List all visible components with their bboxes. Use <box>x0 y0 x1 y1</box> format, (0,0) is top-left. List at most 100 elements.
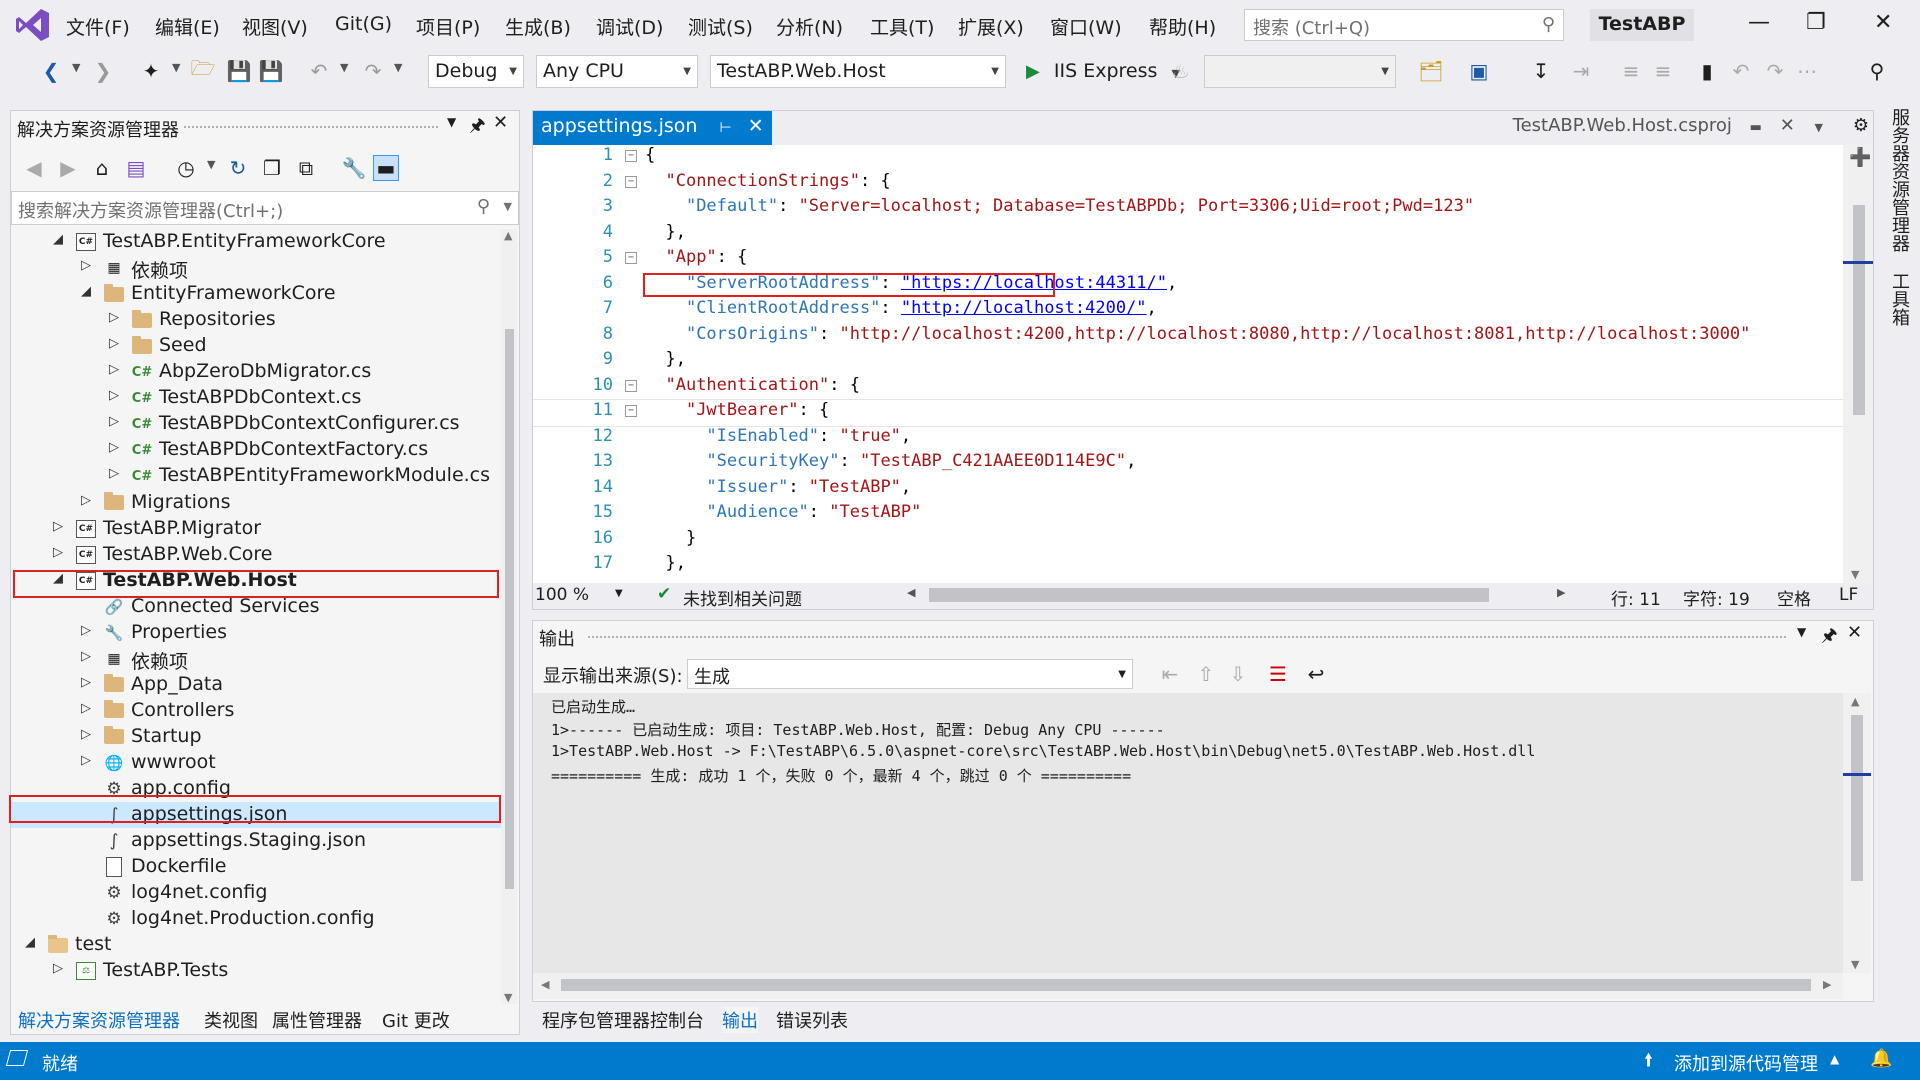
toolbar-overflow-icon[interactable]: ⋯ <box>1794 58 1820 84</box>
menu-item[interactable]: 扩展(X) <box>958 13 1024 40</box>
tree-item[interactable]: Dockerfile <box>11 854 501 880</box>
code-line[interactable]: 16 } <box>533 528 1843 554</box>
collapsed-arrow-icon[interactable]: ▷ <box>81 623 91 638</box>
tree-item[interactable]: ▷ C# TestABP.Web.Core <box>11 542 501 568</box>
code-line[interactable]: 12 "IsEnabled": "true", <box>533 426 1843 452</box>
fold-toggle-icon[interactable]: − <box>625 175 637 188</box>
pin-icon[interactable]: ▬ <box>1750 120 1762 135</box>
redo-dropdown-icon[interactable]: ▼ <box>394 61 402 74</box>
home-icon[interactable]: ⌂ <box>89 155 115 181</box>
output-horizontal-scrollbar[interactable]: ◀ ▶ <box>533 973 1843 999</box>
code-line[interactable]: 4 }, <box>533 222 1843 248</box>
line-ending-status[interactable]: LF <box>1839 585 1858 605</box>
line-number-status[interactable]: 行: 11 <box>1611 585 1661 610</box>
code-line[interactable]: 2− "ConnectionStrings": { <box>533 171 1843 197</box>
run-iis-express-button[interactable]: ▶ IIS Express ▼ <box>1020 56 1186 88</box>
restore-icon[interactable]: ❐ <box>1806 10 1826 35</box>
clear-all-icon[interactable]: ☰ <box>1265 661 1291 687</box>
search-icon[interactable]: ⚲ <box>1542 14 1555 35</box>
search-icon[interactable]: ⚲ <box>477 196 490 217</box>
menu-item[interactable]: Git(G) <box>335 13 392 35</box>
save-icon[interactable]: 💾 <box>226 58 252 84</box>
add-to-source-control-button[interactable]: 添加到源代码管理 <box>1674 1050 1818 1076</box>
tree-item[interactable]: ◢ C# TestABP.EntityFrameworkCore <box>11 229 501 255</box>
next-message-icon[interactable]: ⇩ <box>1225 661 1251 687</box>
bottom-tab[interactable]: 解决方案资源管理器 <box>18 1007 180 1033</box>
tree-item[interactable]: ▷ C# AbpZeroDbMigrator.cs <box>11 359 501 385</box>
scroll-thumb[interactable] <box>561 979 1811 991</box>
fold-toggle-icon[interactable]: − <box>625 405 637 417</box>
issues-status[interactable]: 未找到相关问题 <box>683 585 802 610</box>
menu-item[interactable]: 项目(P) <box>416 13 480 40</box>
collapsed-arrow-icon[interactable]: ▷ <box>81 675 91 690</box>
expanded-arrow-icon[interactable]: ◢ <box>81 284 91 299</box>
open-folder-icon[interactable]: 🗁 <box>190 56 216 84</box>
output-text[interactable]: 已启动生成… 1>------ 已启动生成: 项目: TestABP.Web.Ho… <box>533 693 1843 973</box>
close-tab-icon[interactable]: ✕ <box>1780 115 1795 136</box>
configuration-select[interactable]: Debug ▼ <box>428 55 524 88</box>
bottom-tab[interactable]: 输出 <box>722 1007 758 1033</box>
pin-icon[interactable]: 🖈 <box>1821 623 1838 653</box>
horizontal-scroll-thumb[interactable] <box>929 588 1489 602</box>
menu-item[interactable]: 工具(T) <box>870 13 934 40</box>
scroll-thumb[interactable] <box>505 329 514 889</box>
output-source-select[interactable]: 生成 ▼ <box>687 659 1133 689</box>
fold-toggle-icon[interactable]: − <box>625 150 637 162</box>
collapsed-arrow-icon[interactable]: ▷ <box>109 466 119 481</box>
word-wrap-icon[interactable]: ↩ <box>1303 661 1329 687</box>
minimize-icon[interactable]: — <box>1748 10 1770 35</box>
properties-wrench-icon[interactable]: 🔧 <box>341 155 367 181</box>
scroll-down-icon[interactable]: ▼ <box>1851 568 1859 581</box>
tab-list-dropdown-icon[interactable]: ▼ <box>1815 121 1823 134</box>
collapsed-arrow-icon[interactable]: ▷ <box>81 701 91 716</box>
source-control-dropdown-icon[interactable]: ▲ <box>1830 1052 1839 1066</box>
collapsed-arrow-icon[interactable]: ▷ <box>109 310 119 325</box>
tree-item[interactable]: ▷ 🔧 Properties <box>11 620 501 646</box>
panel-menu-icon[interactable]: ▼ <box>1797 625 1806 639</box>
bottom-tab[interactable]: 属性管理器 <box>272 1007 362 1033</box>
tree-item[interactable]: ▷ Repositories <box>11 307 501 333</box>
scroll-up-icon[interactable]: ▲ <box>1851 695 1859 708</box>
browser-link-icon[interactable]: ▣ <box>1466 58 1492 84</box>
bookmark-icon[interactable]: ▮ <box>1694 58 1720 84</box>
code-line[interactable]: 5− "App": { <box>533 247 1843 273</box>
code-line[interactable]: 11− "JwtBearer": { <box>533 399 1843 427</box>
switch-views-icon[interactable]: ▤ <box>123 155 149 181</box>
collapsed-arrow-icon[interactable]: ▷ <box>109 414 119 429</box>
menu-item[interactable]: 分析(N) <box>776 13 843 40</box>
code-line[interactable]: 8 "CorsOrigins": "http://localhost:4200,… <box>533 324 1843 350</box>
collapsed-arrow-icon[interactable]: ▷ <box>81 649 91 664</box>
collapsed-arrow-icon[interactable]: ▷ <box>109 388 119 403</box>
menu-item[interactable]: 窗口(W) <box>1050 13 1122 40</box>
tree-item[interactable]: ∫ appsettings.Staging.json <box>11 828 501 854</box>
scroll-left-icon[interactable]: ◀ <box>907 586 915 599</box>
solution-name-badge[interactable]: TestABP <box>1590 9 1694 41</box>
expanded-arrow-icon[interactable]: ◢ <box>53 232 63 247</box>
back-icon[interactable]: ❮ <box>38 58 64 84</box>
find-in-files-icon[interactable]: 🗂 <box>1418 58 1444 84</box>
next-bookmark-icon[interactable]: ↷ <box>1762 58 1788 84</box>
panel-menu-icon[interactable]: ▼ <box>447 115 456 129</box>
split-editor-icon[interactable]: ➕ <box>1849 147 1871 168</box>
tree-item[interactable]: ◢ test <box>11 932 501 958</box>
find-message-icon[interactable]: ⇤ <box>1157 661 1183 687</box>
zoom-dropdown-icon[interactable]: ▼ <box>615 588 623 599</box>
tab-appsettings-json[interactable]: appsettings.json ⊢ ✕ <box>533 111 772 145</box>
tree-item[interactable]: ▷ C# TestABPDbContextFactory.cs <box>11 437 501 463</box>
step-over-icon[interactable]: ⇥ <box>1568 58 1594 84</box>
tab-web-host-csproj[interactable]: TestABP.Web.Host.csproj ▬ ✕ ▼ <box>1513 115 1823 136</box>
editor-vertical-scrollbar[interactable]: ➕ ▼ <box>1843 145 1873 583</box>
tree-item[interactable]: ▷ C# TestABPDbContextConfigurer.cs <box>11 411 501 437</box>
scroll-up-icon[interactable]: ▲ <box>504 229 512 242</box>
bottom-tab[interactable]: 程序包管理器控制台 <box>542 1007 704 1033</box>
solution-tree-scrollbar[interactable]: ▲ ▼ <box>501 229 517 1004</box>
close-icon[interactable]: ✕ <box>1874 10 1892 35</box>
prev-message-icon[interactable]: ⇧ <box>1193 661 1219 687</box>
tree-item[interactable]: ▷ App_Data <box>11 672 501 698</box>
output-vertical-scrollbar[interactable]: ▲ ▼ <box>1843 693 1871 973</box>
startup-project-select[interactable]: TestABP.Web.Host ▼ <box>710 55 1006 88</box>
collapsed-arrow-icon[interactable]: ▷ <box>81 493 91 508</box>
tree-item[interactable]: ▷ ▦ 依赖项 <box>11 255 501 282</box>
hot-reload-icon[interactable]: ♨ <box>1168 58 1194 84</box>
back-icon[interactable]: ◀ <box>21 155 47 181</box>
